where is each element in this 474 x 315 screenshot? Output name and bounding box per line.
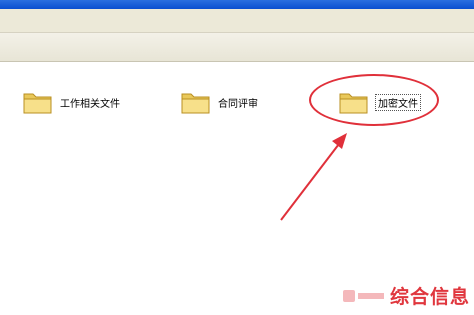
watermark-logo-icon: [342, 289, 384, 302]
watermark-text: 综合信息: [389, 286, 470, 308]
annotation-arrow: [280, 133, 347, 221]
watermark: 综合信息: [342, 282, 470, 309]
